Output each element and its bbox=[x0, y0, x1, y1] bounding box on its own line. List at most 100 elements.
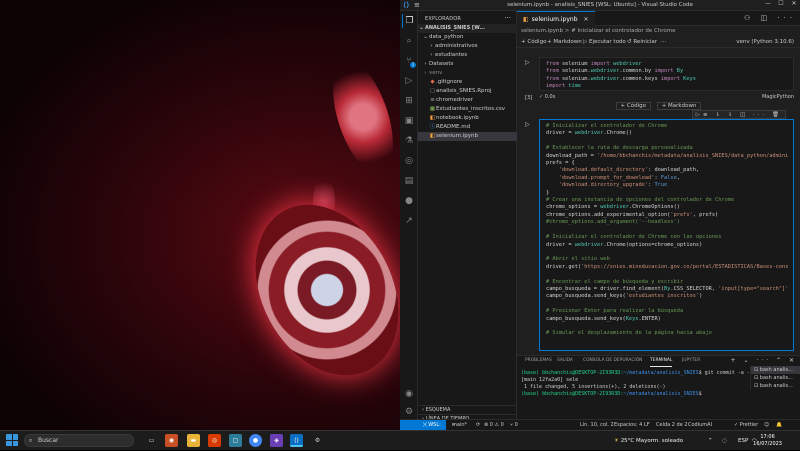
tree-item-csv[interactable]: ▦Estudiantes_inscritos.csv bbox=[418, 105, 517, 114]
tab-debug-console[interactable]: CONSOLA DE DEPURACIÓN bbox=[583, 356, 642, 366]
app-icon-gear[interactable]: ⚙ bbox=[311, 434, 324, 447]
run-all-button[interactable]: ▷ Ejecutar todo bbox=[583, 36, 626, 48]
tree-item-gitignore[interactable]: ◆.gitignore bbox=[418, 78, 517, 87]
windows-start-icon[interactable] bbox=[6, 434, 18, 446]
tree-item-data-python[interactable]: ⌄data_python bbox=[418, 33, 517, 42]
add-code-cell-button[interactable]: + Código bbox=[615, 102, 651, 110]
cell-language[interactable]: MagicPython bbox=[762, 93, 794, 102]
network-icon[interactable]: ◌ bbox=[722, 431, 727, 451]
terminal-label: bash analis... bbox=[759, 375, 793, 381]
tree-item-label: notebook.ipynb bbox=[436, 115, 479, 121]
tree-item-rproj[interactable]: ▢analisis_SNIES.Rproj bbox=[418, 87, 517, 96]
docker-icon[interactable]: ▤ bbox=[402, 174, 416, 188]
tree-item-venv[interactable]: › venv bbox=[418, 69, 517, 78]
tree-item-label: .gitignore bbox=[436, 79, 463, 85]
source-control-badge: 1 bbox=[410, 62, 416, 68]
chevron-right-icon: › bbox=[430, 43, 433, 49]
restart-button[interactable]: ↺ Reiniciar bbox=[627, 36, 657, 48]
code-line: 'download.directory_upgrade': True bbox=[558, 182, 668, 189]
panel-actions[interactable]: + ⌄ ··· ⌃ ✕ bbox=[731, 357, 797, 364]
chrome-icon[interactable]: ● bbox=[249, 434, 262, 447]
add-markdown-cell-button[interactable]: + Markdown bbox=[656, 102, 702, 110]
notebook-file-icon: ◧ bbox=[523, 16, 529, 23]
run-cell-icon[interactable]: ▷ bbox=[525, 121, 530, 128]
jupyter-icon[interactable]: ◎ bbox=[402, 154, 416, 168]
add-code-button[interactable]: + Código bbox=[521, 36, 546, 48]
code-line: } bbox=[546, 189, 550, 196]
tray-overflow-icon[interactable]: ⌃ bbox=[708, 431, 713, 451]
execution-count: [3] bbox=[525, 95, 533, 101]
kernel-picker[interactable]: venv (Python 3.10.6) bbox=[736, 36, 794, 48]
live-share-icon[interactable]: ↗ bbox=[402, 214, 416, 228]
tab-selenium-ipynb[interactable]: ◧ selenium.ipynb ✕ bbox=[517, 11, 595, 26]
activity-bar: ❐ ⌕ ⑂ 1 ▷ ⊞ ▣ ⚗ ◎ ▤ ● ↗ ◉ ⚙ bbox=[400, 11, 418, 419]
code-line: driver.get('https://snies.mineducacion.g… bbox=[546, 263, 789, 270]
run-cell-icon[interactable]: ▷ bbox=[525, 59, 530, 66]
tree-item-administrativos[interactable]: › administrativos bbox=[418, 42, 517, 51]
breadcrumb[interactable]: selenium.ipynb > # Inicializar el contro… bbox=[517, 26, 800, 36]
workspace-root-label: ANALISIS_SNIES [W... bbox=[425, 25, 486, 31]
tree-item-selenium[interactable]: ◧selenium.ipynb bbox=[418, 132, 517, 141]
tree-item-label: selenium.ipynb bbox=[436, 133, 479, 139]
search-icon[interactable]: ⌕ bbox=[402, 34, 416, 48]
tree-item-readme[interactable]: ⓘREADME.md bbox=[418, 123, 517, 132]
file-icon: ▢ bbox=[429, 88, 436, 94]
accounts-icon[interactable]: ◉ bbox=[402, 387, 416, 401]
close-icon[interactable]: ✕ bbox=[788, 0, 800, 11]
terminal-instance[interactable]: ⊡ bash analis... bbox=[751, 374, 800, 382]
app-icon-blue[interactable]: ▢ bbox=[229, 434, 242, 447]
tree-item-datasets[interactable]: › Datasets bbox=[418, 60, 517, 69]
cell-editor[interactable]: from selenium import webdriver from selen… bbox=[539, 57, 794, 91]
title-bar: ⟨⟩ ≡ selenium.ipynb - analisis_SNIES [WS… bbox=[400, 0, 800, 11]
run-debug-icon[interactable]: ▷ bbox=[402, 74, 416, 88]
tab-output[interactable]: SALIDA bbox=[557, 356, 573, 366]
editor-actions[interactable]: ⚇ ◫ ··· bbox=[744, 14, 796, 22]
workspace-root[interactable]: ⌄ANALISIS_SNIES [W... bbox=[418, 24, 517, 33]
taskbar-search[interactable]: ⌕ Buscar bbox=[24, 434, 134, 447]
maximize-icon[interactable]: ☐ bbox=[775, 0, 787, 11]
cell-toolbar[interactable]: ▷≡ ⇂ ⇂ ◫ ··· 🗑 bbox=[691, 110, 786, 119]
terminal-output[interactable]: (base) bbchanchis@DESKTOP-2I93R3D:~/meta… bbox=[521, 370, 774, 398]
code-line: 'download.default_directory': download_p… bbox=[558, 167, 700, 174]
weather-widget[interactable]: ☀ 25°C Mayorm. soleado bbox=[614, 431, 683, 451]
tab-jupyter[interactable]: JUPYTER bbox=[682, 356, 700, 366]
tab-problems[interactable]: PROBLEMAS bbox=[525, 356, 552, 366]
source-control-icon[interactable]: ⑂ 1 bbox=[402, 54, 416, 68]
extensions-icon[interactable]: ⊞ bbox=[402, 94, 416, 108]
code-line: # Simular el desplazamiento de la página… bbox=[546, 330, 712, 337]
app-icon-orange[interactable]: ◉ bbox=[165, 434, 178, 447]
tree-item-label: estudiantes bbox=[435, 52, 468, 58]
code-line: # Encontrar el campo de búsqueda y escri… bbox=[546, 278, 684, 285]
explorer-icon[interactable]: ❐ bbox=[402, 14, 416, 28]
testing-icon[interactable]: ⚗ bbox=[402, 134, 416, 148]
lang-indicator[interactable]: ESP bbox=[738, 431, 748, 451]
clock[interactable]: 17:06 16/07/2023 bbox=[753, 434, 782, 448]
ubuntu-icon[interactable]: ◎ bbox=[208, 434, 221, 447]
code-block: from selenium import webdriver from selen… bbox=[540, 58, 793, 94]
code-line: driver = webdriver.Chrome(options=chrome… bbox=[546, 241, 703, 248]
settings-gear-icon[interactable]: ⚙ bbox=[402, 405, 416, 419]
remote-explorer-icon[interactable]: ▣ bbox=[402, 114, 416, 128]
tree-item-label: chromedriver bbox=[436, 97, 473, 103]
code-line: download_path = '/home/bbchanchis/metada… bbox=[546, 152, 789, 159]
close-tab-icon[interactable]: ✕ bbox=[584, 16, 589, 23]
vscode-taskbar-icon[interactable]: ⟨⟩ bbox=[290, 434, 303, 447]
tree-item-notebook[interactable]: ◧notebook.ipynb bbox=[418, 114, 517, 123]
more-actions-icon[interactable]: ··· bbox=[661, 36, 666, 48]
minimize-icon[interactable]: — bbox=[762, 0, 774, 11]
code-line: # Inicializar el controlador de Chrome bbox=[546, 123, 668, 129]
task-view-icon[interactable]: ▭ bbox=[145, 434, 158, 447]
tree-item-chromedriver[interactable]: ≡chromedriver bbox=[418, 96, 517, 105]
terminal-instance[interactable]: ⊡ bash analis... bbox=[751, 366, 800, 374]
file-explorer-icon[interactable]: ▬ bbox=[187, 434, 200, 447]
tree-item-estudiantes[interactable]: › estudiantes bbox=[418, 51, 517, 60]
app-icon-purple[interactable]: ◈ bbox=[270, 434, 283, 447]
tab-terminal[interactable]: TERMINAL bbox=[650, 356, 673, 367]
cell-editor[interactable]: # Inicializar el controlador de Chrome dr… bbox=[539, 119, 794, 351]
add-markdown-button[interactable]: + Markdown bbox=[547, 36, 582, 48]
terminal-instance[interactable]: ⊡ bash analis... bbox=[751, 382, 800, 390]
github-icon[interactable]: ● bbox=[402, 194, 416, 208]
code-line: # Crear una instancia de opciones del co… bbox=[546, 197, 735, 204]
more-actions-icon[interactable]: ··· bbox=[504, 14, 511, 22]
outline-section[interactable]: › ESQUEMA bbox=[418, 405, 517, 414]
